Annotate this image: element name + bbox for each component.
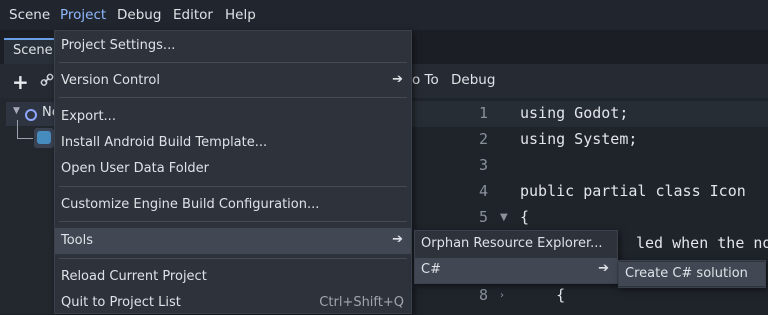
line-number: 1 bbox=[478, 104, 488, 122]
menu-goto[interactable]: o To bbox=[412, 72, 439, 88]
editor-tabbar bbox=[412, 30, 768, 64]
tab-scene-label: Scene bbox=[13, 43, 53, 58]
menu-item-version-control[interactable]: Version Control ➔ bbox=[55, 69, 411, 93]
godot-icon bbox=[37, 131, 51, 144]
line-number: 3 bbox=[478, 156, 488, 174]
menu-item-tools[interactable]: Tools ➔ bbox=[55, 228, 411, 254]
node-circle-icon bbox=[25, 109, 37, 121]
project-menu: Project Settings... Version Control ➔ Ex… bbox=[54, 30, 412, 314]
plus-icon[interactable]: + bbox=[12, 70, 29, 94]
menu-item-label: Version Control bbox=[61, 73, 160, 88]
menu-script-debug[interactable]: Debug bbox=[451, 72, 495, 88]
code-line[interactable]: { bbox=[520, 208, 529, 226]
line-number: 8 bbox=[478, 286, 488, 304]
menu-item-label: Quit to Project List bbox=[61, 295, 181, 310]
menu-item-csharp[interactable]: C# ➔ bbox=[415, 258, 617, 283]
menu-item-label: C# bbox=[421, 262, 441, 277]
menu-item-label: Customize Engine Build Configuration... bbox=[61, 197, 320, 212]
tree-connector bbox=[17, 138, 33, 139]
menu-item-label: Open User Data Folder bbox=[61, 161, 209, 176]
menu-item-create-csharp-solution[interactable]: Create C# solution bbox=[619, 262, 765, 286]
menu-item-orphan-resource-explorer[interactable]: Orphan Resource Explorer... bbox=[415, 232, 617, 256]
line-number: 2 bbox=[478, 130, 488, 148]
menu-item-open-user-data[interactable]: Open User Data Folder bbox=[55, 157, 411, 181]
line-number: 4 bbox=[478, 182, 488, 200]
tree-connector bbox=[17, 120, 18, 138]
menu-scene[interactable]: Scene bbox=[9, 7, 50, 23]
menu-item-project-settings[interactable]: Project Settings... bbox=[55, 34, 411, 58]
shortcut-label: Ctrl+Shift+Q bbox=[319, 295, 404, 310]
tab-scene[interactable]: Scene bbox=[4, 38, 56, 64]
menu-project[interactable]: Project bbox=[60, 7, 106, 23]
chevron-right-icon: ➔ bbox=[598, 261, 609, 276]
link-icon[interactable] bbox=[40, 73, 54, 87]
menu-separator bbox=[59, 62, 407, 63]
menu-item-label: Install Android Build Template... bbox=[61, 135, 268, 150]
chevron-right-icon: ➔ bbox=[392, 232, 403, 247]
menu-item-label: Tools bbox=[61, 233, 94, 248]
menu-item-reload-project[interactable]: Reload Current Project bbox=[55, 265, 411, 289]
code-line[interactable]: public partial class Icon bbox=[520, 182, 746, 200]
menu-item-label: Reload Current Project bbox=[61, 269, 207, 284]
menu-item-label: Create C# solution bbox=[625, 266, 748, 281]
menu-separator bbox=[59, 258, 407, 259]
menu-item-export[interactable]: Export... bbox=[55, 105, 411, 129]
menu-debug[interactable]: Debug bbox=[117, 7, 161, 23]
menu-item-label: Project Settings... bbox=[61, 38, 176, 53]
chevron-down-icon[interactable]: ▼ bbox=[13, 106, 20, 116]
menu-help[interactable]: Help bbox=[225, 7, 256, 23]
code-line[interactable]: using System; bbox=[520, 130, 637, 148]
line-number: 5 bbox=[478, 208, 488, 226]
csharp-submenu: Create C# solution bbox=[618, 260, 766, 288]
main-menubar: Scene Project Debug Editor Help bbox=[0, 0, 768, 30]
menu-item-install-android-template[interactable]: Install Android Build Template... bbox=[55, 131, 411, 155]
menu-item-label: Orphan Resource Explorer... bbox=[421, 236, 603, 251]
code-line[interactable]: led when the no bbox=[636, 234, 768, 252]
menu-separator bbox=[59, 97, 407, 98]
menu-item-label: Export... bbox=[61, 109, 116, 124]
menu-item-customize-build[interactable]: Customize Engine Build Configuration... bbox=[55, 193, 411, 217]
code-line[interactable]: using Godot; bbox=[520, 104, 628, 122]
fold-chevron-icon[interactable]: › bbox=[500, 290, 504, 301]
menu-item-quit-to-project-list[interactable]: Quit to Project List Ctrl+Shift+Q bbox=[55, 291, 411, 315]
fold-chevron-icon[interactable]: ▼ bbox=[500, 212, 508, 223]
menu-separator bbox=[59, 221, 407, 222]
code-line[interactable]: { bbox=[520, 286, 565, 304]
chevron-right-icon: ➔ bbox=[392, 72, 403, 87]
menu-separator bbox=[59, 186, 407, 187]
tools-submenu: Orphan Resource Explorer... C# ➔ bbox=[414, 230, 618, 284]
menu-editor[interactable]: Editor bbox=[173, 7, 213, 23]
